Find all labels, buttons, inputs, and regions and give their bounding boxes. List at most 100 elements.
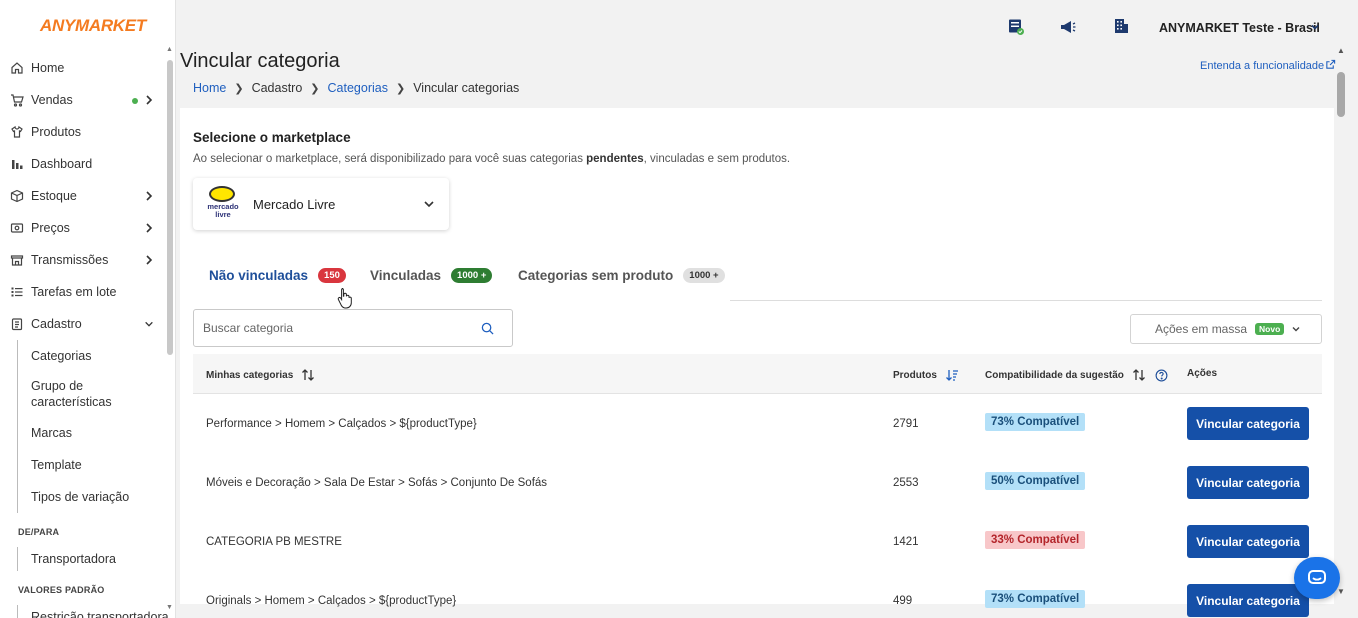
sidebar-item-precos[interactable]: Preços (0, 212, 166, 244)
chat-button[interactable] (1294, 557, 1340, 599)
sidebar-item-label: Vendas (31, 93, 73, 107)
link-category-button[interactable]: Vincular categoria (1187, 584, 1309, 617)
tab-categorias-sem-produto[interactable]: Categorias sem produto 1000 + (518, 268, 725, 283)
table-row: CATEGORIA PB MESTRE 1421 33% Compatível … (193, 512, 1322, 571)
account-switcher[interactable]: ANYMARKET Teste - Brasil (1159, 21, 1320, 35)
sidebar-item-transmissoes[interactable]: Transmissões (0, 244, 166, 276)
count-badge: 1000 + (451, 268, 493, 283)
tab-nao-vinculadas[interactable]: Não vinculadas 150 (209, 268, 346, 283)
sidebar-item-label: Produtos (31, 125, 82, 139)
sidebar-subitem-template[interactable]: Template (18, 457, 166, 473)
sidebar-item-dashboard[interactable]: Dashboard (0, 148, 166, 180)
main-scrollbar[interactable] (1337, 72, 1345, 117)
brand-logo[interactable]: ANYMARKET (40, 16, 146, 36)
chevron-right-icon: ❯ (234, 82, 244, 95)
table-row: Originals > Homem > Calçados > ${product… (193, 571, 1322, 618)
tab-divider-gap (193, 299, 730, 301)
store-icon (10, 253, 24, 267)
sort-descending-icon[interactable] (945, 368, 959, 382)
chevron-right-icon (146, 255, 153, 265)
sidebar-subitem-marcas[interactable]: Marcas (18, 425, 166, 441)
sidebar-item-label: Tarefas em lote (31, 285, 117, 299)
megaphone-icon[interactable] (1059, 18, 1077, 36)
bulk-actions-dropdown[interactable]: Ações em massa Novo (1130, 314, 1322, 344)
depara-submenu: Transportadora (17, 547, 166, 571)
sidebar-item-produtos[interactable]: Produtos (0, 116, 166, 148)
sidebar-subitem-transportadora[interactable]: Transportadora (18, 551, 166, 567)
valores-submenu: Restrição transportadora (17, 605, 169, 618)
search-icon[interactable] (481, 322, 494, 335)
chevron-down-icon (424, 201, 434, 208)
link-category-button[interactable]: Vincular categoria (1187, 407, 1309, 440)
sidebar-item-home[interactable]: Home (0, 52, 166, 84)
home-icon (10, 61, 24, 75)
compat-badge: 33% Compatível (985, 531, 1086, 549)
cadastro-submenu: Categorias Grupo de características Marc… (17, 340, 166, 513)
sidebar-scrollbar[interactable] (167, 60, 173, 355)
chevron-right-icon: ❯ (310, 82, 320, 95)
external-link-icon[interactable] (1325, 59, 1336, 70)
bulk-actions-label: Ações em massa (1155, 322, 1248, 336)
server-status-icon[interactable] (1007, 18, 1025, 36)
section-title-depara: DE/PARA (18, 527, 60, 537)
sidebar-subitem-grupo-caracteristicas[interactable]: Grupo de características (18, 378, 128, 410)
row-products: 1421 (893, 536, 919, 548)
marketplace-select[interactable]: mercado livre Mercado Livre (193, 178, 449, 230)
chevron-down-icon (145, 321, 153, 327)
count-badge: 1000 + (683, 268, 725, 283)
row-products: 2553 (893, 477, 919, 489)
help-link[interactable]: Entenda a funcionalidade (1200, 60, 1324, 72)
sidebar-item-estoque[interactable]: Estoque (0, 180, 166, 212)
sidebar: ANYMARKET Home Vendas Produtos Dashboard… (0, 0, 176, 618)
sidebar-scroll-up[interactable]: ▲ (166, 46, 173, 53)
link-category-button[interactable]: Vincular categoria (1187, 525, 1309, 558)
page-title: Vincular categoria (180, 50, 340, 72)
bar-chart-icon (10, 157, 24, 171)
chevron-down-icon[interactable] (1310, 22, 1320, 32)
sidebar-item-cadastro[interactable]: Cadastro (0, 308, 166, 340)
row-category: Performance > Homem > Calçados > ${produ… (206, 418, 477, 430)
main-scroll-up[interactable]: ▲ (1337, 46, 1345, 55)
new-badge: Novo (1255, 323, 1285, 335)
sidebar-subitem-tipos-variacao[interactable]: Tipos de variação (18, 489, 166, 505)
main-scroll-down[interactable]: ▼ (1337, 587, 1345, 596)
column-header-categorias[interactable]: Minhas categorias (206, 368, 315, 382)
sidebar-item-label: Estoque (31, 189, 77, 203)
row-category: Móveis e Decoração > Sala De Estar > Sof… (206, 477, 548, 489)
row-products: 499 (893, 595, 913, 607)
breadcrumb-categorias[interactable]: Categorias (328, 81, 388, 95)
sidebar-item-label: Preços (31, 221, 70, 235)
table-row: Móveis e Decoração > Sala De Estar > Sof… (193, 453, 1322, 512)
search-input[interactable] (203, 310, 473, 346)
shirt-icon (10, 125, 24, 139)
compat-badge: 73% Compatível (985, 413, 1086, 431)
breadcrumb-current: Vincular categorias (413, 81, 520, 95)
sidebar-subitem-categorias[interactable]: Categorias (18, 348, 166, 364)
sort-icon[interactable] (301, 368, 315, 382)
category-tabs: Não vinculadas 150 Vinculadas 1000 + Cat… (193, 258, 1322, 301)
sidebar-item-label: Transmissões (31, 253, 109, 267)
link-category-button[interactable]: Vincular categoria (1187, 466, 1309, 499)
sidebar-item-label: Cadastro (31, 317, 82, 331)
breadcrumb-home[interactable]: Home (193, 81, 226, 95)
sidebar-nav: Home Vendas Produtos Dashboard Estoque P… (0, 52, 169, 618)
chevron-down-icon (1292, 327, 1300, 332)
box-icon (10, 189, 24, 203)
content-panel: Selecione o marketplace Ao selecionar o … (180, 108, 1334, 617)
sidebar-item-vendas[interactable]: Vendas (0, 84, 166, 116)
sidebar-item-tarefas[interactable]: Tarefas em lote (0, 276, 166, 308)
column-header-compatibilidade[interactable]: Compatibilidade da sugestão (985, 368, 1168, 382)
tab-vinculadas[interactable]: Vinculadas 1000 + (370, 268, 493, 283)
column-header-acoes: Ações (1187, 368, 1218, 379)
hand-cursor-icon (337, 288, 352, 309)
help-circle-icon[interactable] (1155, 369, 1168, 382)
chevron-right-icon (146, 95, 153, 105)
sidebar-scroll-down[interactable]: ▼ (166, 604, 173, 611)
sort-icon[interactable] (1132, 368, 1146, 382)
building-icon[interactable] (1112, 17, 1130, 35)
column-header-produtos[interactable]: Produtos (893, 368, 959, 382)
compat-badge: 50% Compatível (985, 472, 1086, 490)
table-row: Performance > Homem > Calçados > ${produ… (193, 394, 1322, 453)
sidebar-subitem-restricao-transportadora[interactable]: Restrição transportadora (18, 609, 169, 618)
chat-bubble-icon (1308, 570, 1326, 584)
